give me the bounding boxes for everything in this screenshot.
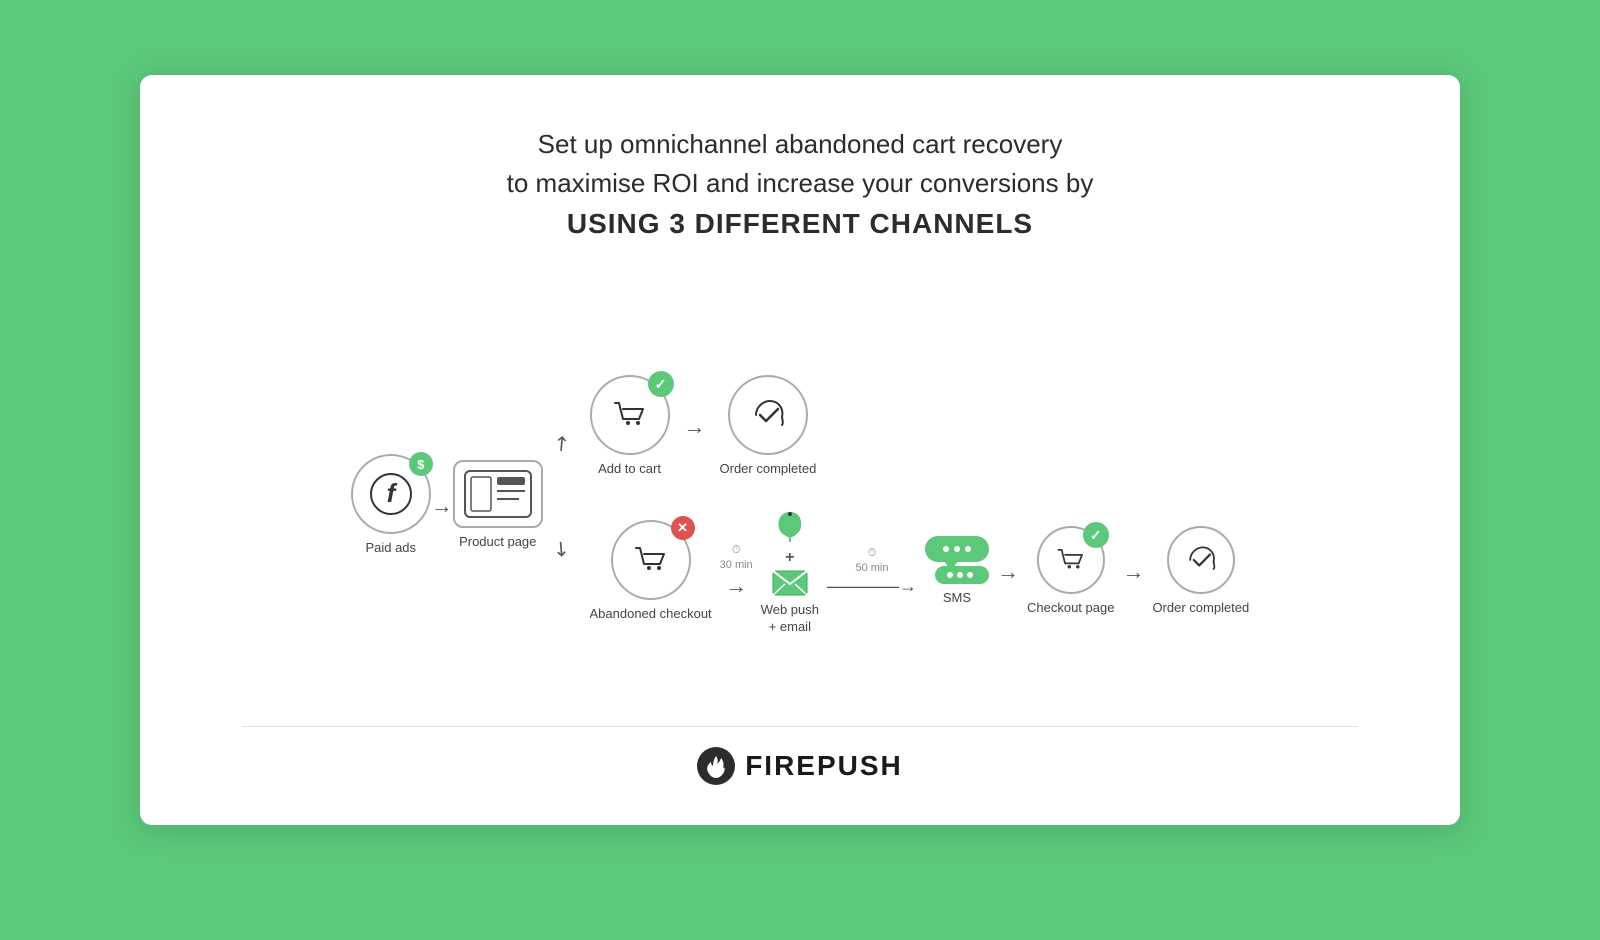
flow-diagram: f $ Paid ads → Product page ↗: [180, 285, 1420, 726]
order-completed-top-wrapper: Order completed: [720, 375, 817, 478]
top-row: ✓ Add to cart → Order complete: [590, 375, 817, 478]
arrow1: →: [725, 573, 747, 599]
plus-sign: +: [785, 550, 794, 566]
checkout-page-label: Checkout page: [1027, 600, 1114, 617]
headline-line1: Set up omnichannel abandoned cart recove…: [538, 129, 1063, 159]
paid-ads-wrapper: f $ Paid ads: [351, 454, 431, 557]
time1-label: ⏱ 30 min: [720, 544, 753, 571]
abandoned-checkout-x-badge: ✕: [671, 516, 695, 540]
dot1: [943, 546, 949, 552]
web-push-email-label: Web push+ email: [761, 602, 819, 636]
checkout-page-check-badge: ✓: [1083, 522, 1109, 548]
product-page-label: Product page: [459, 534, 536, 551]
sms-label: SMS: [943, 590, 971, 607]
diagonal-arrows: ↗ ↘: [553, 451, 570, 561]
dot4: [947, 572, 953, 578]
headline-bold: USING 3 DIFFERENT CHANNELS: [567, 208, 1033, 239]
order-completed-bottom-icon: [1167, 526, 1235, 594]
add-to-cart-wrapper: ✓ Add to cart: [590, 375, 670, 478]
diag-down-arrow: ↘: [547, 533, 576, 563]
add-to-cart-label: Add to cart: [598, 461, 661, 478]
firepush-logo-text: FIREPUSH: [745, 750, 903, 782]
paid-ads-icon: f $: [351, 454, 431, 534]
abandoned-checkout-icon: ✕: [611, 520, 691, 600]
paid-ads-label: Paid ads: [365, 540, 416, 557]
time2-label: ⏱ 50 min: [855, 547, 888, 574]
headline: Set up omnichannel abandoned cart recove…: [507, 125, 1094, 245]
sms-bubble: [925, 536, 989, 562]
arrow-sms-to-checkout: →: [997, 559, 1019, 585]
checkout-page-icon: ✓: [1037, 526, 1105, 594]
abandoned-checkout-wrapper: ✕ Abandoned checkout: [590, 520, 712, 623]
dollar-badge: $: [409, 452, 433, 476]
arrow-cart-to-order: →: [684, 414, 706, 440]
time2-section: ⏱ 50 min ————→: [827, 547, 917, 597]
dot2: [954, 546, 960, 552]
sms-wrapper: SMS: [925, 536, 989, 607]
checkout-page-wrapper: ✓ Checkout page: [1027, 526, 1114, 617]
dot5: [957, 572, 963, 578]
sms-icon: [925, 536, 989, 584]
order-completed-top-icon: [728, 375, 808, 455]
order-completed-bottom-label: Order completed: [1152, 600, 1249, 617]
diag-up-arrow: ↗: [547, 428, 576, 458]
firepush-logo-icon: [697, 747, 735, 785]
divider: [242, 726, 1358, 727]
split-section: ✓ Add to cart → Order complete: [590, 375, 1250, 636]
headline-line2: to maximise ROI and increase your conver…: [507, 168, 1094, 198]
bottom-row: ✕ Abandoned checkout ⏱ 30 min →: [590, 508, 1250, 636]
product-page-icon: [453, 460, 543, 528]
abandoned-checkout-label: Abandoned checkout: [590, 606, 712, 623]
footer-logo: FIREPUSH: [697, 747, 903, 785]
product-page-wrapper: Product page: [453, 460, 543, 551]
order-completed-bottom-wrapper: Order completed: [1152, 526, 1249, 617]
time1-section: ⏱ 30 min →: [720, 544, 753, 599]
main-card: Set up omnichannel abandoned cart recove…: [140, 75, 1460, 825]
arrow-paid-to-product: →: [431, 493, 453, 519]
arrow-checkout-to-order: →: [1122, 559, 1144, 585]
arrow-long: ————→: [827, 576, 917, 597]
web-push-email-wrapper: + Web push+ email: [761, 508, 819, 636]
push-email-combo-icon: +: [771, 508, 809, 596]
dot6: [967, 572, 973, 578]
dot3: [965, 546, 971, 552]
add-to-cart-check-badge: ✓: [648, 371, 674, 397]
order-completed-top-label: Order completed: [720, 461, 817, 478]
add-to-cart-icon: ✓: [590, 375, 670, 455]
